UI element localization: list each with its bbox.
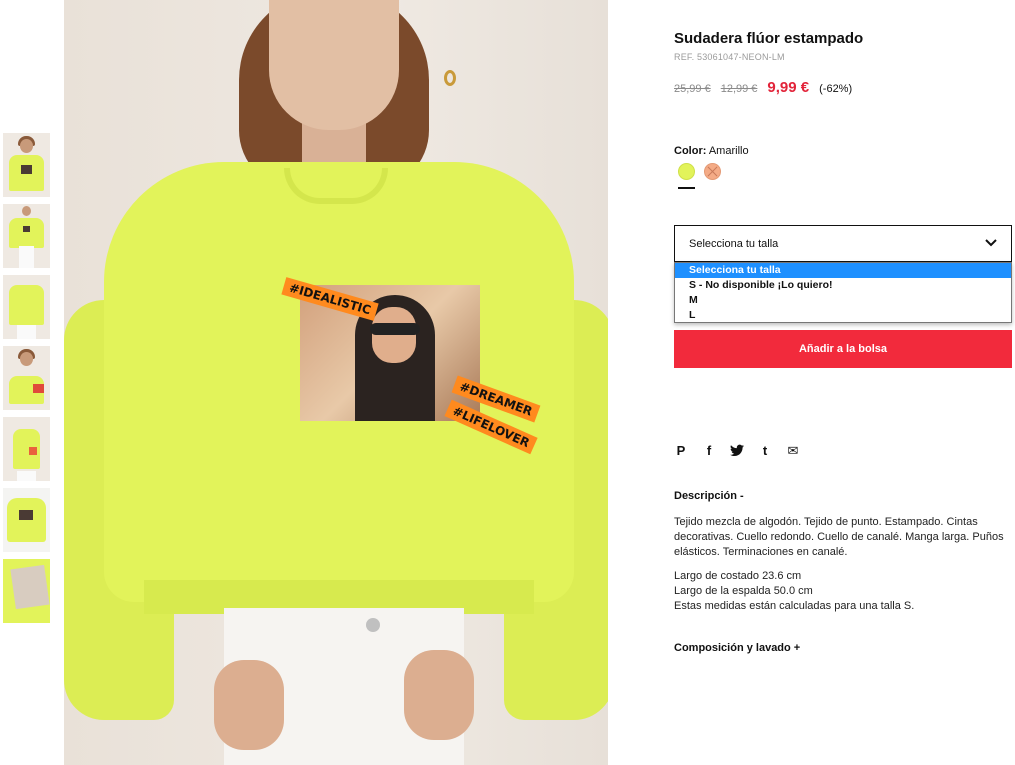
product-reference: REF. 53061047-NEON-LM [674,52,785,62]
model-face [269,0,399,130]
price-original: 25,99 € [674,83,711,95]
measurements: Largo de costado 23.6 cm Largo de la esp… [674,569,1006,614]
thumbnail-3[interactable] [3,275,50,339]
pinterest-icon[interactable]: P [674,444,688,458]
thumbnail-5[interactable] [3,417,50,481]
model-earring [444,70,456,86]
composition-heading[interactable]: Composición y lavado + [674,642,800,654]
size-option-l[interactable]: L [675,308,1011,323]
size-option-placeholder[interactable]: Selecciona tu talla [675,263,1011,278]
jeans-button [366,618,380,632]
measure-back-length: Largo de la espalda 50.0 cm [674,585,813,597]
measure-note: Estas medidas están calculadas para una … [674,600,915,612]
color-value: Amarillo [708,145,749,157]
color-swatches [678,163,721,180]
size-select-value: Selecciona tu talla [689,238,779,250]
price-previous: 12,99 € [720,83,758,95]
print-face [372,307,416,363]
swatch-yellow[interactable] [678,163,695,180]
color-label-row: Color: Amarillo [674,145,749,157]
measure-side-length: Largo de costado 23.6 cm [674,570,802,582]
description-text: Tejido mezcla de algodón. Tejido de punt… [674,516,1004,558]
size-option-m[interactable]: M [675,293,1011,308]
model-left-hand [214,660,284,750]
thumbnail-6[interactable] [3,488,50,552]
main-product-image[interactable]: #IDEALISTIC #DREAMER #LIFELOVER [64,0,608,765]
description-heading[interactable]: Descripción - [674,490,744,502]
tumblr-icon[interactable]: t [758,444,772,458]
discount-badge: (-62%) [819,83,853,95]
thumbnail-4[interactable] [3,346,50,410]
thumbnail-7[interactable] [3,559,50,623]
facebook-icon[interactable]: f [702,444,716,458]
size-dropdown-list: Selecciona tu talla S - No disponible ¡L… [674,262,1012,323]
size-option-s[interactable]: S - No disponible ¡Lo quiero! [675,278,1011,293]
swatch-orange-unavailable[interactable] [704,163,721,180]
color-label: Color: [674,145,707,157]
product-title: Sudadera flúor estampado [674,30,864,47]
selected-swatch-indicator [678,187,695,189]
share-icons: P f t ✉ [674,444,800,458]
email-icon[interactable]: ✉ [786,444,800,458]
price-current: 9,99 € [767,79,810,96]
model-right-hand [404,650,474,740]
print-sunglasses [370,323,420,335]
size-select[interactable]: Selecciona tu talla [674,225,1012,262]
thumbnail-2[interactable] [3,204,50,268]
thumbnail-gallery [3,133,50,630]
price-row: 25,99 € 12,99 € 9,99 € (-62%) [674,79,852,96]
thumbnail-1[interactable] [3,133,50,197]
add-to-bag-button[interactable]: Añadir a la bolsa [674,330,1012,368]
twitter-icon[interactable] [730,444,744,458]
chevron-down-icon [985,239,997,247]
